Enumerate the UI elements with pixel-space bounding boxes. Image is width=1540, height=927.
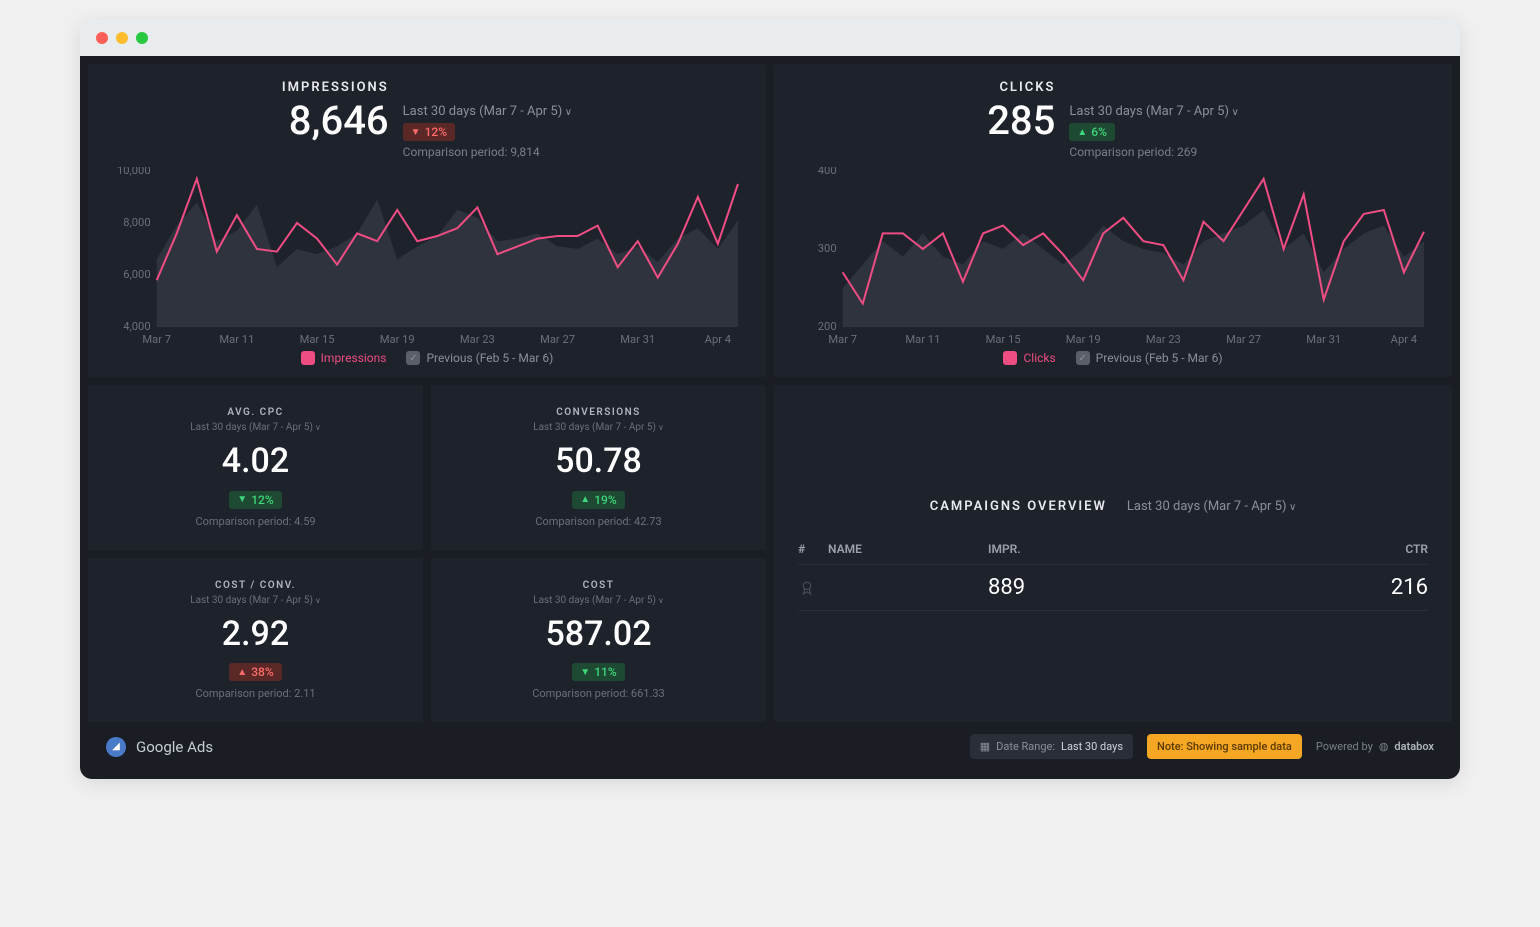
svg-text:Mar 19: Mar 19 (1066, 333, 1101, 346)
svg-text:300: 300 (818, 242, 837, 255)
svg-text:Mar 15: Mar 15 (300, 333, 335, 346)
calendar-icon: ▦ (980, 740, 990, 753)
conversions-badge: ▲19% (572, 491, 624, 509)
clicks-legend: ✓Clicks ✓Previous (Feb 5 - Mar 6) (798, 351, 1428, 365)
source-label: Google Ads (136, 738, 213, 756)
metric-costconv: COST / CONV. Last 30 days (Mar 7 - Apr 5… (88, 558, 423, 723)
titlebar (80, 20, 1460, 56)
browser-window: IMPRESSIONS 8,646 Last 30 days (Mar 7 - … (80, 20, 1460, 779)
metric-avgcpc: AVG. CPC Last 30 days (Mar 7 - Apr 5) 4.… (88, 385, 423, 550)
table-row[interactable]: 889 216 (798, 565, 1428, 611)
impressions-daterange[interactable]: Last 30 days (Mar 7 - Apr 5) (403, 104, 572, 119)
clicks-value: 285 (987, 97, 1055, 144)
medal-icon (798, 579, 816, 597)
svg-text:Mar 23: Mar 23 (1146, 333, 1181, 346)
clicks-chart: 200 300 400 Mar 7 Mar 11 Mar 15 Mar 19 Mar 23 Ma… (798, 167, 1428, 347)
databox-icon: ◍ (1379, 740, 1389, 753)
svg-text:Mar 15: Mar 15 (986, 333, 1021, 346)
svg-text:Mar 11: Mar 11 (219, 333, 254, 346)
impressions-legend: ✓Impressions ✓Previous (Feb 5 - Mar 6) (112, 351, 742, 365)
impressions-title: IMPRESSIONS (282, 80, 389, 95)
minimize-icon[interactable] (116, 32, 128, 44)
svg-text:Apr 4: Apr 4 (705, 333, 731, 346)
footer-daterange[interactable]: ▦ Date Range: Last 30 days (970, 734, 1133, 759)
svg-text:4,000: 4,000 (123, 320, 150, 333)
impressions-comparison: Comparison period: 9,814 (403, 145, 540, 159)
clicks-title: CLICKS (987, 80, 1055, 95)
svg-text:Mar 11: Mar 11 (905, 333, 940, 346)
clicks-comparison: Comparison period: 269 (1069, 145, 1197, 159)
svg-text:Mar 27: Mar 27 (1226, 333, 1261, 346)
metric-cost: COST Last 30 days (Mar 7 - Apr 5) 587.02… (431, 558, 766, 723)
impressions-panel: IMPRESSIONS 8,646 Last 30 days (Mar 7 - … (88, 64, 766, 377)
campaigns-title: CAMPAIGNS OVERVIEW (930, 499, 1107, 514)
clicks-panel: CLICKS 285 Last 30 days (Mar 7 - Apr 5) … (774, 64, 1452, 377)
svg-text:Mar 31: Mar 31 (620, 333, 655, 346)
sample-data-note: Note: Showing sample data (1147, 734, 1302, 759)
clicks-change-badge: ▲6% (1069, 123, 1115, 141)
dashboard: IMPRESSIONS 8,646 Last 30 days (Mar 7 - … (80, 56, 1460, 779)
campaigns-panel: CAMPAIGNS OVERVIEW Last 30 days (Mar 7 -… (774, 385, 1452, 722)
powered-by: Powered by ◍ databox (1316, 740, 1434, 753)
svg-text:Mar 19: Mar 19 (380, 333, 415, 346)
svg-text:8,000: 8,000 (123, 216, 150, 229)
svg-text:Mar 7: Mar 7 (142, 333, 171, 346)
impressions-chart: 4,000 6,000 8,000 10,000 Mar 7 Mar 11 Mar 15 Ma… (112, 167, 742, 347)
clicks-daterange[interactable]: Last 30 days (Mar 7 - Apr 5) (1069, 104, 1238, 119)
source-icon: ◢ (106, 737, 126, 757)
cost-badge: ▼11% (572, 663, 624, 681)
metrics-grid: AVG. CPC Last 30 days (Mar 7 - Apr 5) 4.… (88, 385, 766, 722)
svg-text:400: 400 (818, 167, 837, 177)
down-arrow-icon: ▼ (411, 127, 421, 138)
legend-previous-clicks[interactable]: ✓Previous (Feb 5 - Mar 6) (1076, 351, 1223, 365)
svg-text:Mar 23: Mar 23 (460, 333, 495, 346)
impressions-change-badge: ▼12% (403, 123, 455, 141)
impressions-value: 8,646 (282, 97, 389, 144)
footer: ◢ Google Ads ▦ Date Range: Last 30 days … (88, 722, 1452, 771)
campaigns-daterange[interactable]: Last 30 days (Mar 7 - Apr 5) (1127, 499, 1296, 514)
svg-text:6,000: 6,000 (123, 268, 150, 281)
campaigns-table-header: # NAME IMPR. CTR (798, 534, 1428, 565)
svg-text:Mar 27: Mar 27 (540, 333, 575, 346)
svg-text:Apr 4: Apr 4 (1391, 333, 1417, 346)
svg-text:10,000: 10,000 (117, 167, 151, 177)
maximize-icon[interactable] (136, 32, 148, 44)
close-icon[interactable] (96, 32, 108, 44)
svg-text:200: 200 (818, 320, 837, 333)
costconv-badge: ▲38% (229, 663, 281, 681)
legend-impressions[interactable]: ✓Impressions (301, 351, 387, 365)
svg-text:Mar 7: Mar 7 (828, 333, 857, 346)
svg-text:Mar 31: Mar 31 (1306, 333, 1341, 346)
up-arrow-icon: ▲ (1077, 127, 1087, 138)
metric-conversions: CONVERSIONS Last 30 days (Mar 7 - Apr 5)… (431, 385, 766, 550)
legend-clicks[interactable]: ✓Clicks (1003, 351, 1055, 365)
legend-previous[interactable]: ✓Previous (Feb 5 - Mar 6) (406, 351, 553, 365)
avgcpc-badge: ▼12% (229, 491, 281, 509)
